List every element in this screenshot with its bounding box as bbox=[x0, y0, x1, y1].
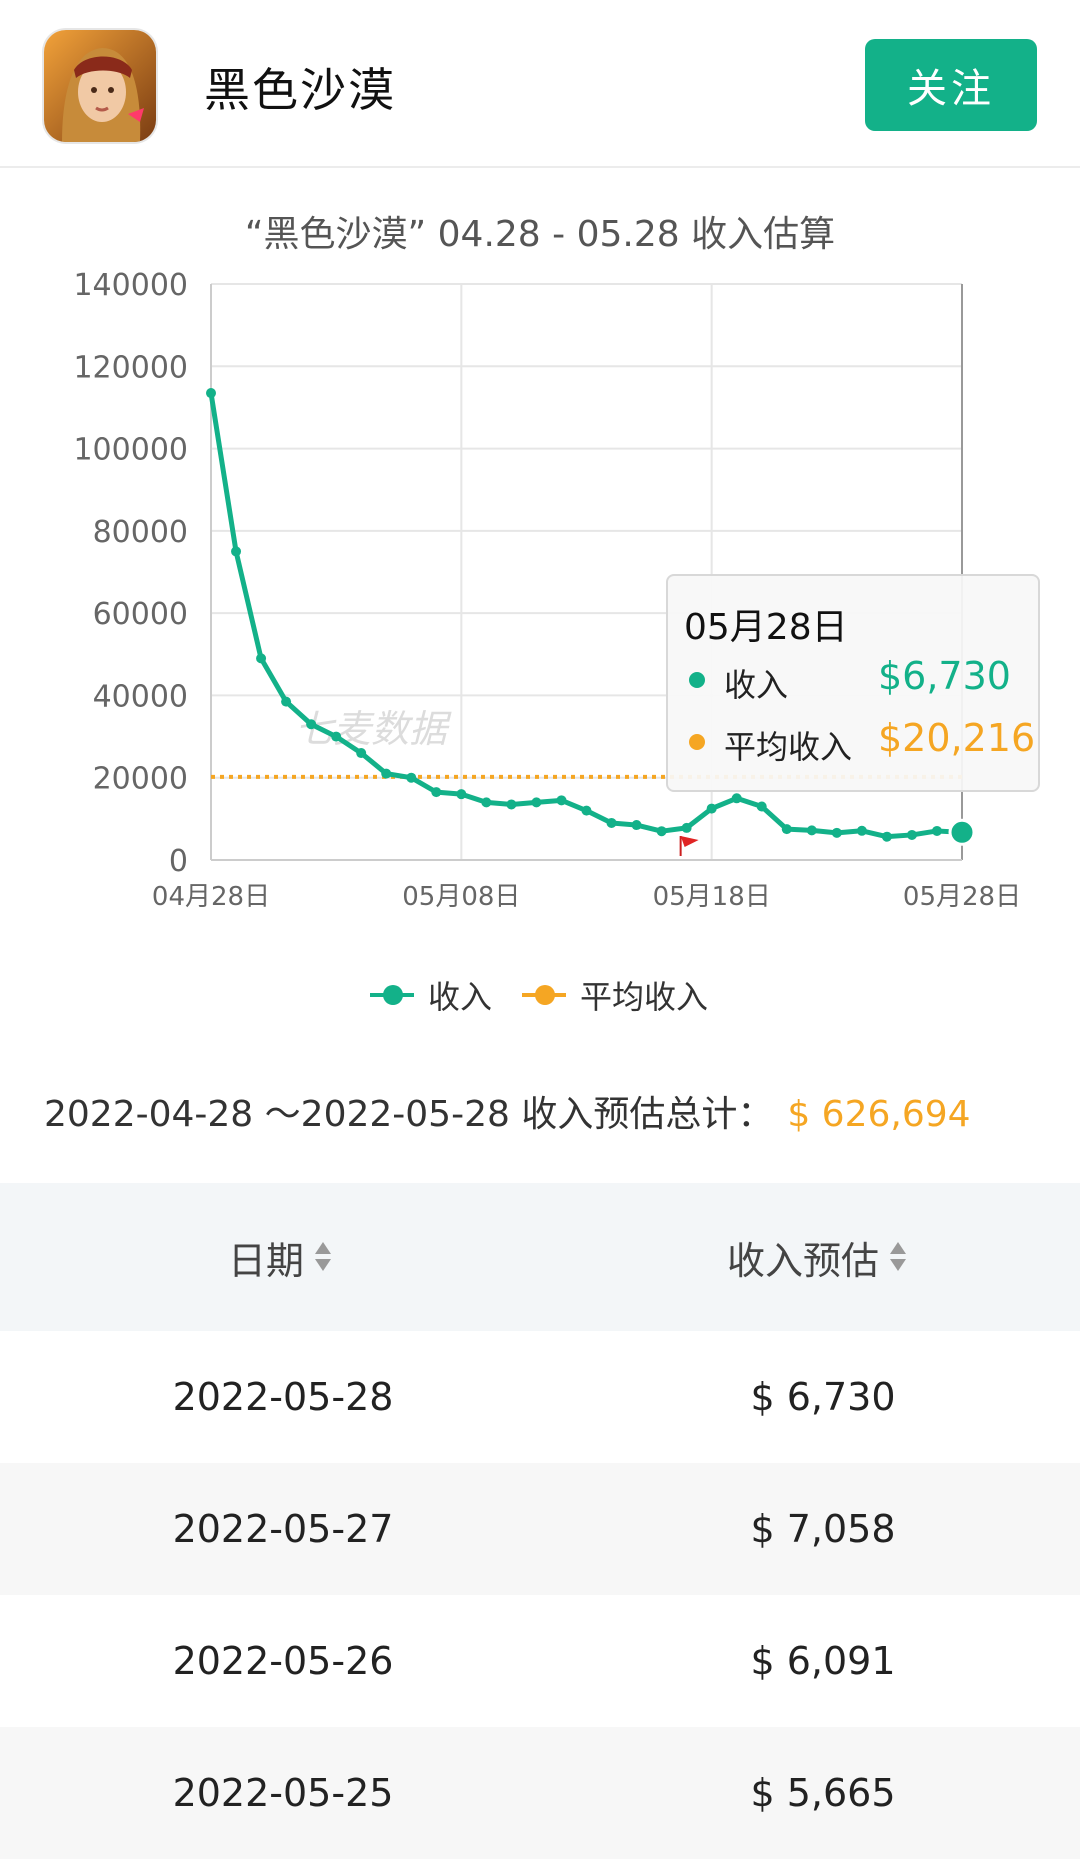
revenue-data-point[interactable] bbox=[556, 795, 567, 806]
row-revenue: $ 7,058 bbox=[750, 1507, 896, 1551]
revenue-data-point[interactable] bbox=[806, 825, 817, 836]
revenue-data-point[interactable] bbox=[606, 817, 617, 828]
table-row: 2022-05-27 $ 7,058 bbox=[0, 1463, 1080, 1595]
game-character-icon[interactable] bbox=[44, 30, 156, 142]
tooltip-label: 收入 bbox=[724, 666, 789, 704]
revenue-data-point[interactable] bbox=[506, 799, 517, 810]
y-tick-label: 60000 bbox=[93, 597, 188, 632]
revenue-data-point[interactable] bbox=[281, 696, 292, 707]
revenue-data-point[interactable] bbox=[331, 731, 342, 742]
revenue-legend-icon bbox=[370, 985, 414, 1005]
tooltip-row-revenue: 收入 $6,730 bbox=[668, 654, 1038, 704]
revenue-data-point[interactable] bbox=[356, 748, 367, 759]
revenue-dot-icon bbox=[689, 672, 705, 688]
follow-button[interactable]: 关注 bbox=[865, 39, 1037, 131]
y-tick-label: 140000 bbox=[73, 268, 188, 303]
average-legend-icon bbox=[522, 985, 566, 1005]
chart-legend: 收入 平均收入 bbox=[0, 970, 1080, 1020]
row-revenue: $ 6,730 bbox=[750, 1375, 896, 1419]
row-date: 2022-05-28 bbox=[172, 1375, 394, 1419]
revenue-data-point[interactable] bbox=[231, 546, 242, 557]
legend-label: 收入 bbox=[428, 978, 493, 1016]
legend-label: 平均收入 bbox=[580, 978, 709, 1016]
legend-item-average[interactable]: 平均收入 bbox=[522, 970, 708, 1020]
header-label: 收入预估 bbox=[727, 1238, 880, 1283]
summary-total: $ 626,694 bbox=[787, 1094, 971, 1135]
sort-icon[interactable] bbox=[889, 1242, 907, 1272]
y-tick-label: 20000 bbox=[93, 762, 188, 797]
app-title: 黑色沙漠 bbox=[204, 63, 396, 117]
row-revenue: $ 6,091 bbox=[750, 1639, 896, 1683]
y-tick-label: 40000 bbox=[93, 679, 188, 714]
revenue-data-point[interactable] bbox=[906, 829, 917, 840]
revenue-data-point[interactable] bbox=[756, 801, 767, 812]
average-dot-icon bbox=[689, 734, 705, 750]
tooltip-date: 05月28日 bbox=[684, 607, 848, 648]
revenue-summary: 2022-04-28 ～2022-05-28 收入预估总计： $ 626,694 bbox=[44, 1085, 971, 1137]
revenue-data-point[interactable] bbox=[856, 825, 867, 836]
app-header: 黑色沙漠 关注 bbox=[0, 0, 1080, 168]
table-row: 2022-05-26 $ 6,091 bbox=[0, 1595, 1080, 1727]
tooltip-row-average: 平均收入 $20,216 bbox=[668, 716, 1038, 766]
revenue-data-point[interactable] bbox=[431, 787, 442, 798]
red-flag-icon[interactable] bbox=[679, 836, 699, 856]
revenue-data-point[interactable] bbox=[881, 831, 892, 842]
y-tick-label: 0 bbox=[169, 844, 188, 879]
chart-tooltip: 05月28日 收入 $6,730 平均收入 $20,216 bbox=[666, 574, 1040, 792]
tooltip-value: $6,730 bbox=[878, 654, 1011, 698]
row-revenue: $ 5,665 bbox=[750, 1771, 896, 1815]
sort-icon[interactable] bbox=[314, 1242, 332, 1272]
revenue-data-point[interactable] bbox=[456, 789, 467, 800]
revenue-data-point[interactable] bbox=[581, 805, 592, 816]
revenue-data-point[interactable] bbox=[481, 797, 492, 808]
x-tick-label: 04月28日 bbox=[152, 882, 270, 912]
table-row: 2022-05-25 $ 5,665 bbox=[0, 1727, 1080, 1859]
revenue-data-point[interactable] bbox=[731, 793, 742, 804]
x-tick-label: 05月18日 bbox=[653, 882, 771, 912]
revenue-data-point[interactable] bbox=[781, 824, 792, 835]
y-tick-label: 120000 bbox=[73, 350, 188, 385]
revenue-data-point[interactable] bbox=[406, 772, 417, 783]
header-label: 日期 bbox=[228, 1238, 305, 1283]
summary-range: 2022-04-28 ～2022-05-28 收入预估总计： bbox=[44, 1094, 774, 1135]
revenue-data-point[interactable] bbox=[256, 653, 267, 664]
chart-title: “黑色沙漠” 04.28 - 05.28 收入估算 bbox=[245, 214, 835, 255]
revenue-data-point[interactable] bbox=[706, 803, 717, 814]
table-header: 日期 收入预估 bbox=[0, 1183, 1080, 1331]
y-tick-label: 80000 bbox=[93, 515, 188, 550]
legend-item-revenue[interactable]: 收入 bbox=[370, 970, 492, 1020]
tooltip-value: $20,216 bbox=[878, 716, 1036, 760]
row-date: 2022-05-25 bbox=[172, 1771, 394, 1815]
revenue-data-point[interactable] bbox=[831, 827, 842, 838]
tooltip-label: 平均收入 bbox=[724, 728, 853, 766]
sort-by-date-header[interactable]: 日期 bbox=[228, 1183, 332, 1331]
x-tick-label: 05月28日 bbox=[903, 882, 1021, 912]
revenue-data-point[interactable] bbox=[381, 768, 392, 779]
revenue-table: 日期 收入预估 2022-05-28 $ 6,730 2022-05-27 $ … bbox=[0, 1183, 1080, 1859]
revenue-data-point[interactable] bbox=[931, 825, 942, 836]
revenue-data-point[interactable] bbox=[681, 822, 692, 833]
y-tick-label: 100000 bbox=[73, 433, 188, 468]
revenue-data-point[interactable] bbox=[948, 818, 976, 846]
revenue-data-point[interactable] bbox=[631, 820, 642, 831]
sort-by-revenue-header[interactable]: 收入预估 bbox=[727, 1183, 907, 1331]
row-date: 2022-05-26 bbox=[172, 1639, 394, 1683]
revenue-data-point[interactable] bbox=[531, 797, 542, 808]
revenue-data-point[interactable] bbox=[656, 826, 667, 837]
revenue-data-point[interactable] bbox=[306, 719, 317, 730]
revenue-chart: “黑色沙漠” 04.28 - 05.28 收入估算 140000 120000 10… bbox=[0, 200, 1080, 1030]
table-row: 2022-05-28 $ 6,730 bbox=[0, 1331, 1080, 1463]
revenue-data-point[interactable] bbox=[206, 388, 216, 399]
x-tick-label: 05月08日 bbox=[402, 882, 520, 912]
row-date: 2022-05-27 bbox=[172, 1507, 394, 1551]
